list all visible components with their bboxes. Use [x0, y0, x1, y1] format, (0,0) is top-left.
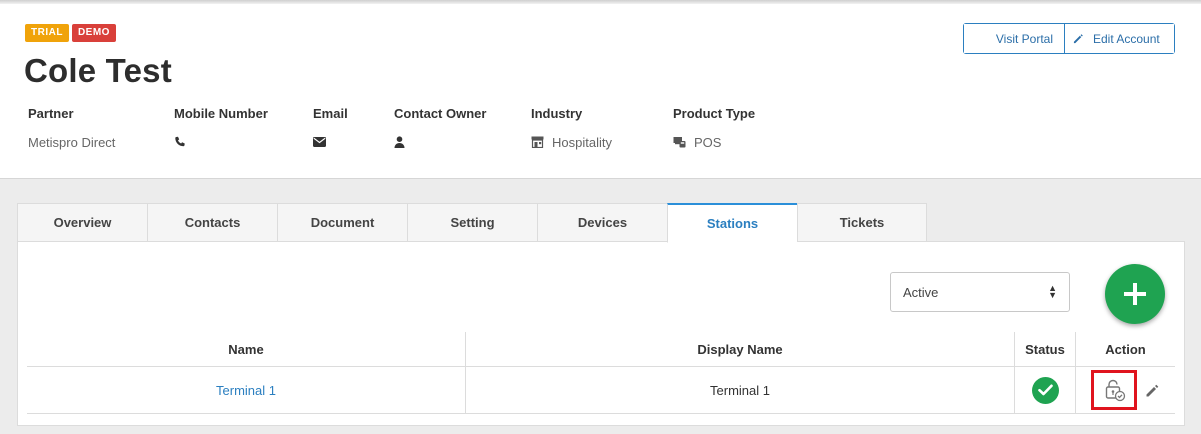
- unlock-station-button[interactable]: [1091, 370, 1137, 410]
- status-active-icon: [1031, 376, 1059, 404]
- account-tabs: Overview Contacts Document Setting Devic…: [17, 203, 927, 243]
- select-caret-icon: ▲ ▼: [1048, 283, 1057, 300]
- column-header-name: Name: [27, 332, 466, 366]
- tab-overview[interactable]: Overview: [17, 203, 147, 242]
- phone-icon: [175, 136, 185, 147]
- status-filter-select[interactable]: Active ▲ ▼: [890, 272, 1070, 312]
- edit-station-button[interactable]: [1145, 383, 1160, 398]
- visit-portal-button[interactable]: Visit Portal: [964, 24, 1065, 53]
- field-industry-value: Hospitality: [552, 134, 612, 150]
- add-station-button[interactable]: [1105, 264, 1165, 324]
- field-contact-owner-label: Contact Owner: [394, 106, 487, 121]
- tab-setting[interactable]: Setting: [407, 203, 537, 242]
- pencil-icon: [1146, 384, 1159, 396]
- field-industry: Industry Hospitality: [531, 106, 612, 150]
- tab-tickets[interactable]: Tickets: [797, 203, 927, 242]
- field-mobile-number: Mobile Number: [174, 106, 268, 150]
- header-actions: Visit Portal Edit Account: [963, 23, 1175, 54]
- plus-icon: [1124, 283, 1146, 305]
- table-row: Terminal 1 Terminal 1: [27, 367, 1175, 414]
- field-product-type-label: Product Type: [673, 106, 756, 121]
- field-email-label: Email: [313, 106, 348, 121]
- column-header-display-name: Display Name: [466, 332, 1015, 366]
- field-email: Email: [313, 106, 348, 150]
- lock-check-icon: [1105, 379, 1126, 402]
- status-filter-value: Active: [903, 284, 939, 300]
- demo-badge: DEMO: [71, 24, 116, 42]
- trial-badge: TRIAL: [25, 24, 69, 42]
- envelope-icon: [313, 137, 326, 147]
- column-header-status: Status: [1015, 332, 1076, 366]
- edit-account-button[interactable]: Edit Account: [1065, 24, 1174, 53]
- tab-contacts[interactable]: Contacts: [147, 203, 277, 242]
- table-header: Name Display Name Status Action: [27, 332, 1175, 367]
- tab-stations[interactable]: Stations: [667, 203, 797, 243]
- account-title: Cole Test: [24, 52, 172, 89]
- stations-table: Name Display Name Status Action Terminal…: [27, 332, 1175, 414]
- field-product-type-value: POS: [694, 134, 722, 150]
- column-header-action: Action: [1105, 341, 1146, 357]
- station-name-link[interactable]: Terminal 1: [27, 367, 466, 413]
- edit-account-label: Edit Account: [1093, 31, 1160, 46]
- field-partner-label: Partner: [28, 106, 74, 121]
- storefront-icon: [531, 136, 544, 148]
- field-contact-owner: Contact Owner: [394, 106, 486, 150]
- pos-terminal-icon: [673, 137, 686, 148]
- tab-document[interactable]: Document: [277, 203, 407, 242]
- field-partner: Partner Metispro Direct: [28, 106, 115, 150]
- field-industry-label: Industry: [531, 106, 583, 121]
- field-partner-value: Metispro Direct: [28, 134, 116, 150]
- field-product-type: Product Type POS: [673, 106, 755, 150]
- tab-devices[interactable]: Devices: [537, 203, 667, 242]
- account-badges: TRIAL DEMO: [25, 24, 116, 42]
- field-mobile-label: Mobile Number: [174, 106, 268, 121]
- user-icon: [394, 136, 405, 148]
- station-display-name: Terminal 1: [466, 367, 1015, 413]
- pencil-icon: [1073, 34, 1083, 44]
